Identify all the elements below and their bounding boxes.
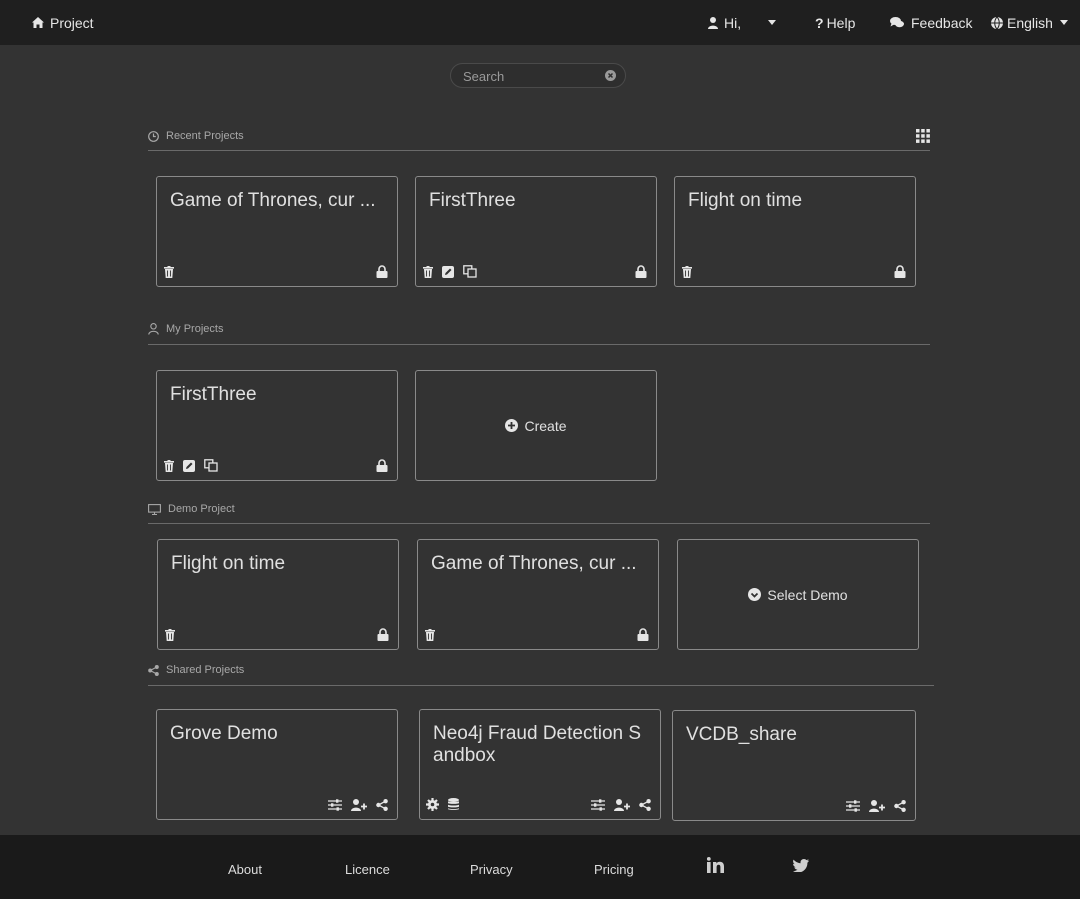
share-icon[interactable] xyxy=(376,799,388,811)
language-label: English xyxy=(1007,14,1053,31)
demo-project-card[interactable]: Flight on time xyxy=(157,539,399,650)
lock-icon xyxy=(377,628,389,641)
comments-icon xyxy=(890,17,904,28)
search-box xyxy=(450,63,626,88)
create-project-card[interactable]: Create xyxy=(415,370,657,481)
user-menu[interactable]: Hi, xyxy=(708,0,741,45)
user-greeting: Hi, xyxy=(724,14,742,31)
project-title: FirstThree xyxy=(429,190,516,211)
top-navbar: Project Hi, ? Help Feedback English xyxy=(0,0,1080,45)
share-icon[interactable] xyxy=(894,800,906,812)
footer-licence-link[interactable]: Licence xyxy=(345,862,390,877)
gear-icon[interactable] xyxy=(426,798,439,811)
question-icon: ? xyxy=(815,14,824,31)
section-mine-header: My Projects xyxy=(148,321,223,337)
user-menu-toggle[interactable] xyxy=(768,0,776,45)
edit-icon[interactable] xyxy=(183,459,195,472)
project-title: Game of Thrones, cur ... xyxy=(431,553,637,574)
user-outline-icon xyxy=(148,323,159,335)
trash-icon[interactable] xyxy=(164,459,174,472)
search-input[interactable] xyxy=(463,67,603,85)
database-icon[interactable] xyxy=(448,798,459,811)
copy-icon[interactable] xyxy=(463,265,477,278)
nav-feedback[interactable]: Feedback xyxy=(890,0,972,45)
recent-project-card[interactable]: Flight on time xyxy=(674,176,916,287)
linkedin-icon[interactable] xyxy=(707,857,724,873)
project-title: Game of Thrones, cur ... xyxy=(170,190,376,211)
section-recent-header: Recent Projects xyxy=(148,128,244,144)
select-demo-label: Select Demo xyxy=(767,586,848,603)
section-shared-title: Shared Projects xyxy=(166,664,245,676)
monitor-icon xyxy=(148,503,161,515)
project-title: VCDB_share xyxy=(686,724,797,745)
user-plus-icon[interactable] xyxy=(614,799,630,811)
sliders-icon[interactable] xyxy=(846,800,860,812)
footer-about-link[interactable]: About xyxy=(228,862,262,877)
twitter-icon[interactable] xyxy=(793,859,809,872)
sliders-icon[interactable] xyxy=(591,799,605,811)
lock-icon xyxy=(376,265,388,278)
user-icon xyxy=(708,16,718,29)
language-select[interactable]: English xyxy=(991,0,1068,45)
copy-icon[interactable] xyxy=(204,459,218,472)
chevron-down-icon xyxy=(1059,20,1068,25)
section-mine-title: My Projects xyxy=(166,323,224,335)
recent-project-card[interactable]: Game of Thrones, cur ... xyxy=(156,176,398,287)
section-divider xyxy=(148,523,930,524)
project-title: FirstThree xyxy=(170,384,257,405)
section-recent-title: Recent Projects xyxy=(166,130,244,142)
user-plus-icon[interactable] xyxy=(351,799,367,811)
share-icon xyxy=(148,664,159,676)
trash-icon[interactable] xyxy=(164,266,174,278)
section-demo-header: Demo Project xyxy=(148,501,235,517)
lock-icon xyxy=(635,265,647,278)
shared-project-card[interactable]: Grove Demo xyxy=(156,709,398,820)
lock-icon xyxy=(894,265,906,278)
create-label: Create xyxy=(524,417,567,434)
home-icon xyxy=(32,17,44,28)
trash-icon[interactable] xyxy=(423,265,433,278)
edit-icon[interactable] xyxy=(442,265,454,278)
clear-search-icon[interactable] xyxy=(605,70,616,81)
share-icon[interactable] xyxy=(639,799,651,811)
footer-pricing-link[interactable]: Pricing xyxy=(594,862,634,877)
nav-help[interactable]: ? Help xyxy=(815,0,855,45)
my-project-card[interactable]: FirstThree xyxy=(156,370,398,481)
grid-view-icon[interactable] xyxy=(916,129,930,143)
footer: About Licence Privacy Pricing xyxy=(0,835,1080,899)
section-divider xyxy=(148,685,934,686)
footer-privacy-link[interactable]: Privacy xyxy=(470,862,513,877)
project-title: Flight on time xyxy=(688,190,803,211)
chevron-down-icon xyxy=(768,20,776,25)
recent-project-card[interactable]: FirstThree xyxy=(415,176,657,287)
nav-project[interactable]: Project xyxy=(32,0,94,45)
section-divider xyxy=(148,344,930,345)
lock-icon xyxy=(637,628,649,641)
user-plus-icon[interactable] xyxy=(869,800,885,812)
trash-icon[interactable] xyxy=(682,266,692,278)
section-demo-title: Demo Project xyxy=(168,503,235,515)
section-divider xyxy=(148,150,930,151)
shared-project-card[interactable]: Neo4j Fraud Detection Sandbox xyxy=(419,709,661,820)
select-demo-card[interactable]: Select Demo xyxy=(677,539,919,650)
nav-feedback-label: Feedback xyxy=(911,14,973,31)
project-title: Grove Demo xyxy=(170,723,278,744)
clock-icon xyxy=(148,130,159,142)
trash-icon[interactable] xyxy=(165,629,175,641)
sliders-icon[interactable] xyxy=(328,799,342,811)
shared-project-card[interactable]: VCDB_share xyxy=(672,710,916,821)
plus-circle-icon xyxy=(505,419,519,432)
lock-icon xyxy=(376,459,388,472)
project-title: Flight on time xyxy=(171,553,286,574)
demo-project-card[interactable]: Game of Thrones, cur ... xyxy=(417,539,659,650)
project-title: Neo4j Fraud Detection Sandbox xyxy=(433,723,642,766)
check-circle-icon xyxy=(748,588,762,601)
nav-project-label: Project xyxy=(50,14,94,31)
trash-icon[interactable] xyxy=(425,629,435,641)
globe-icon xyxy=(991,16,1003,29)
nav-help-label: Help xyxy=(826,14,856,31)
section-shared-header: Shared Projects xyxy=(148,662,244,678)
